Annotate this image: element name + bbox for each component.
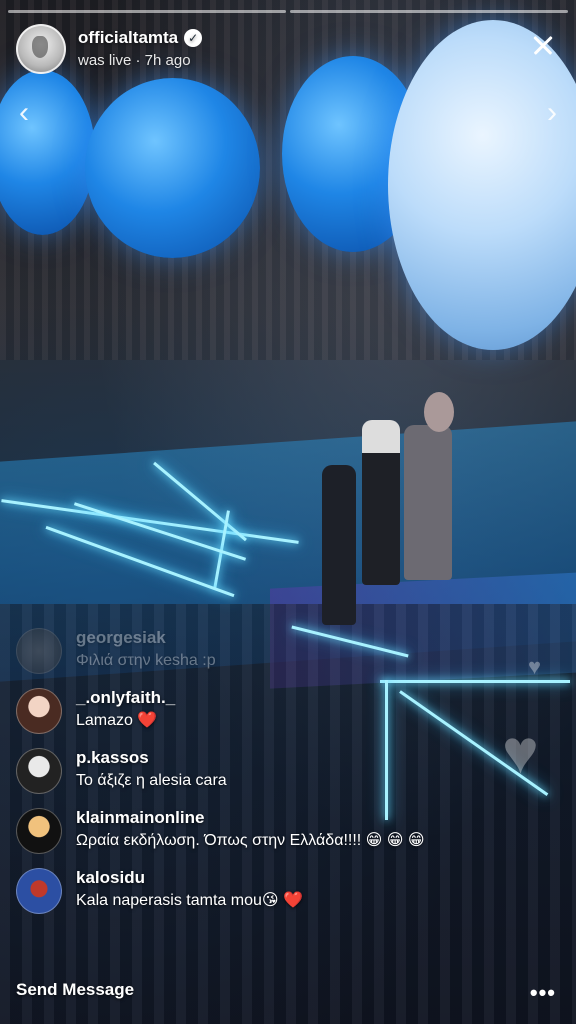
send-message-button[interactable]: Send Message xyxy=(16,980,134,1000)
next-arrow-icon[interactable]: › xyxy=(540,98,564,128)
comment-avatar[interactable] xyxy=(16,688,62,734)
comment-item: _.onlyfaith._ Lamazo ❤️ xyxy=(16,688,560,734)
comment-username[interactable]: p.kassos xyxy=(76,748,227,768)
verified-badge-icon: ✓ xyxy=(184,29,203,47)
username[interactable]: officialtamta ✓ xyxy=(78,28,203,48)
comment-username[interactable]: klainmainonline xyxy=(76,808,425,828)
comment-text: Φιλιά στην kesha :p xyxy=(76,652,216,669)
performer xyxy=(424,392,454,432)
comment-text: Lamazo ❤️ xyxy=(76,712,158,729)
comment-username[interactable]: georgesiak xyxy=(76,628,216,648)
performer xyxy=(322,465,356,625)
performer xyxy=(404,425,452,580)
story-progress-bar xyxy=(8,10,568,13)
comment-username[interactable]: _.onlyfaith._ xyxy=(76,688,175,708)
comment-text: Ωραία εκδήλωση. Όπως στην Ελλάδα!!!! 😁 😁… xyxy=(76,832,425,849)
comment-avatar[interactable] xyxy=(16,868,62,914)
performer xyxy=(362,420,400,585)
progress-segment xyxy=(290,10,568,13)
previous-arrow-icon[interactable]: ‹ xyxy=(12,98,36,128)
comment-text: Kala naperasis tamta mou😘 ❤️ xyxy=(76,892,303,909)
comment-avatar[interactable] xyxy=(16,628,62,674)
profile-avatar[interactable] xyxy=(16,24,66,74)
username-text[interactable]: officialtamta xyxy=(78,28,178,48)
live-status: was live · 7h ago xyxy=(78,52,191,69)
comment-text: Το άξιζε η alesia cara xyxy=(76,772,227,789)
comment-avatar[interactable] xyxy=(16,748,62,794)
bottom-bar: Send Message ••• xyxy=(16,978,560,1006)
live-header: officialtamta ✓ was live · 7h ago xyxy=(16,22,560,74)
comment-item: georgesiak Φιλιά στην kesha :p xyxy=(16,628,560,674)
balloon xyxy=(85,78,260,258)
comment-item: p.kassos Το άξιζε η alesia cara xyxy=(16,748,560,794)
comments-list: georgesiak Φιλιά στην kesha :p _.onlyfai… xyxy=(16,614,560,914)
progress-segment xyxy=(8,10,286,13)
comment-item: kalosidu Kala naperasis tamta mou😘 ❤️ xyxy=(16,868,560,914)
more-options-icon[interactable]: ••• xyxy=(530,980,556,1006)
comment-item: klainmainonline Ωραία εκδήλωση. Όπως στη… xyxy=(16,808,560,854)
close-icon[interactable] xyxy=(528,30,558,60)
comment-username[interactable]: kalosidu xyxy=(76,868,303,888)
comment-avatar[interactable] xyxy=(16,808,62,854)
